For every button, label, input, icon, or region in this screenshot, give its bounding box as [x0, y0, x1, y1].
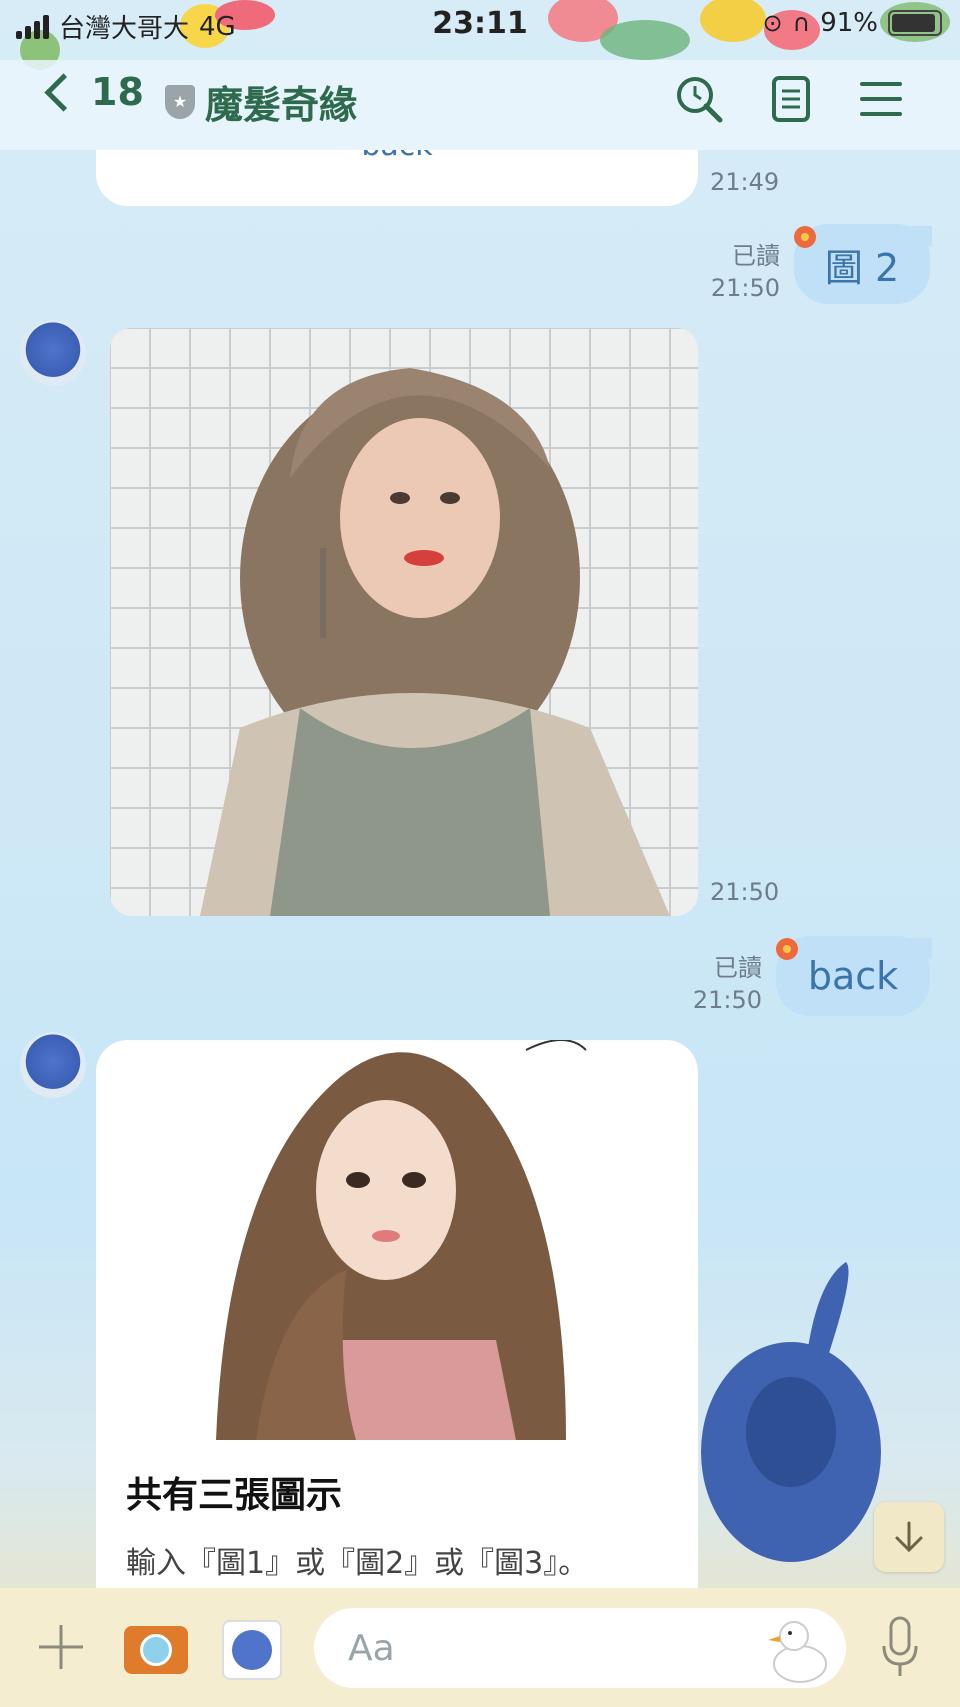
card-description: 輸入『圖1』或『圖2』或『圖3』。	[126, 1546, 589, 1581]
illustration-image	[216, 1040, 587, 1440]
bot-avatar[interactable]	[20, 1032, 86, 1098]
camera-icon[interactable]	[124, 1626, 188, 1674]
scroll-down-button[interactable]	[874, 1502, 944, 1572]
back-chevron-icon	[44, 72, 83, 112]
read-receipt: 已讀 21:50	[692, 954, 762, 1014]
timestamp: 21:49	[710, 168, 780, 196]
stitch-background-icon	[701, 1262, 881, 1562]
chat-header: 18 ★ 魔髮奇緣	[0, 60, 960, 150]
bot-avatar[interactable]	[20, 320, 86, 386]
timestamp: 21:50	[710, 878, 780, 906]
read-receipt: 已讀 21:50	[710, 242, 780, 302]
menu-icon[interactable]	[856, 74, 906, 124]
photo-message[interactable]	[110, 328, 698, 916]
partial-card-text: back	[96, 150, 698, 163]
card-title: 共有三張圖示	[126, 1475, 343, 1516]
arrow-down-icon	[895, 1521, 923, 1553]
shield-icon: ★	[165, 84, 195, 119]
duck-icon[interactable]	[766, 1612, 830, 1684]
message-card-partial[interactable]: back	[96, 150, 698, 206]
hibiscus-icon	[776, 938, 798, 960]
notes-icon[interactable]	[766, 74, 816, 124]
chat-title: 魔髮奇緣	[205, 83, 358, 127]
search-clock-icon[interactable]	[674, 74, 724, 124]
battery-percent: 91%	[820, 8, 878, 38]
mic-icon[interactable]	[880, 1616, 920, 1680]
status-bar: 台灣大哥大 4G 23:11 ⊙ ∩ 91%	[0, 0, 960, 60]
woman-photo	[110, 328, 698, 916]
hibiscus-icon	[794, 226, 816, 248]
rotation-lock-icon: ⊙	[762, 9, 783, 37]
plus-icon[interactable]	[36, 1622, 86, 1672]
sticker-icon[interactable]	[222, 1620, 282, 1680]
unread-count: 18	[91, 70, 144, 114]
back-button[interactable]: 18	[44, 70, 144, 114]
headphones-icon: ∩	[792, 9, 811, 37]
battery-icon	[888, 10, 942, 36]
